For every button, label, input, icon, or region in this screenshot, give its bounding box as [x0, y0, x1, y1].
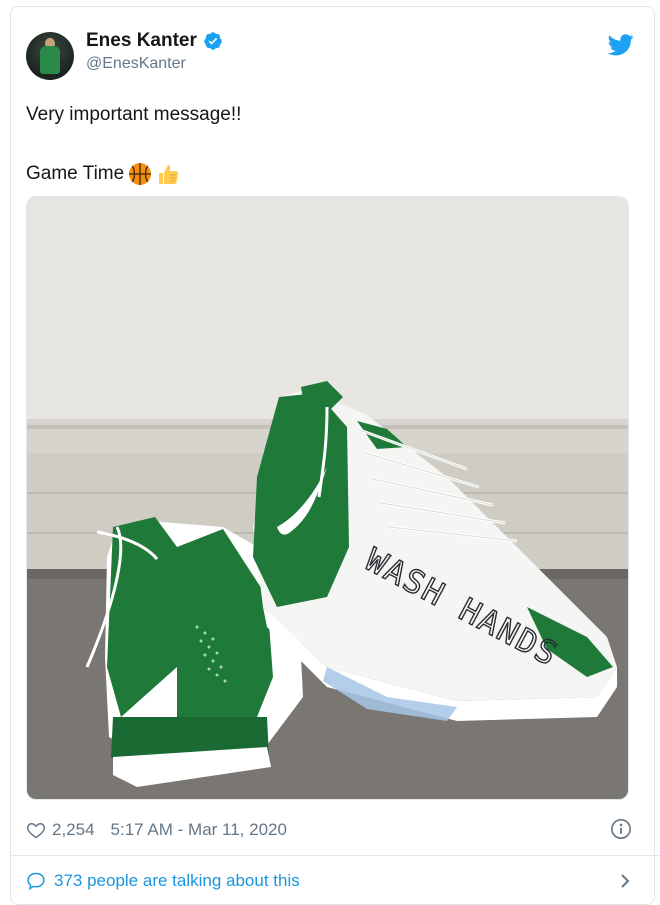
speech-bubble-icon: [27, 872, 45, 890]
twitter-bird-icon[interactable]: [608, 34, 634, 56]
conversation-link[interactable]: 373 people are talking about this: [26, 867, 642, 895]
info-icon[interactable]: [610, 818, 632, 840]
shoes-photo: WASH HANDS: [27, 197, 628, 799]
tweet-text-line-1: Very important message!!: [26, 104, 242, 125]
tweet-header: Enes Kanter @EnesKanter: [26, 26, 642, 82]
basketball-emoji: [129, 163, 152, 185]
user-info[interactable]: Enes Kanter @EnesKanter: [86, 30, 223, 73]
tweet-text-game-time: Game Time: [26, 163, 125, 184]
like-count: 2,254: [52, 820, 95, 839]
user-handle[interactable]: @EnesKanter: [86, 55, 223, 73]
tweet-meta: 2,254 5:17 AM - Mar 11, 2020: [26, 815, 642, 845]
verified-badge-icon: [204, 32, 222, 50]
chevron-right-icon[interactable]: [618, 872, 632, 890]
conversation-text[interactable]: 373 people are talking about this: [54, 871, 300, 891]
heart-icon: [26, 822, 46, 839]
avatar-jersey: [40, 46, 60, 74]
thumbs-up-emoji: [159, 165, 179, 184]
tweet-photo[interactable]: WASH HANDS: [26, 196, 629, 800]
avatar[interactable]: [26, 32, 74, 80]
tweet-timestamp[interactable]: 5:17 AM - Mar 11, 2020: [111, 820, 287, 840]
like-button[interactable]: 2,254: [26, 820, 95, 840]
divider: [10, 855, 660, 856]
tweet-text-line-2: Game Time: [26, 162, 180, 186]
display-name[interactable]: Enes Kanter: [86, 30, 197, 52]
